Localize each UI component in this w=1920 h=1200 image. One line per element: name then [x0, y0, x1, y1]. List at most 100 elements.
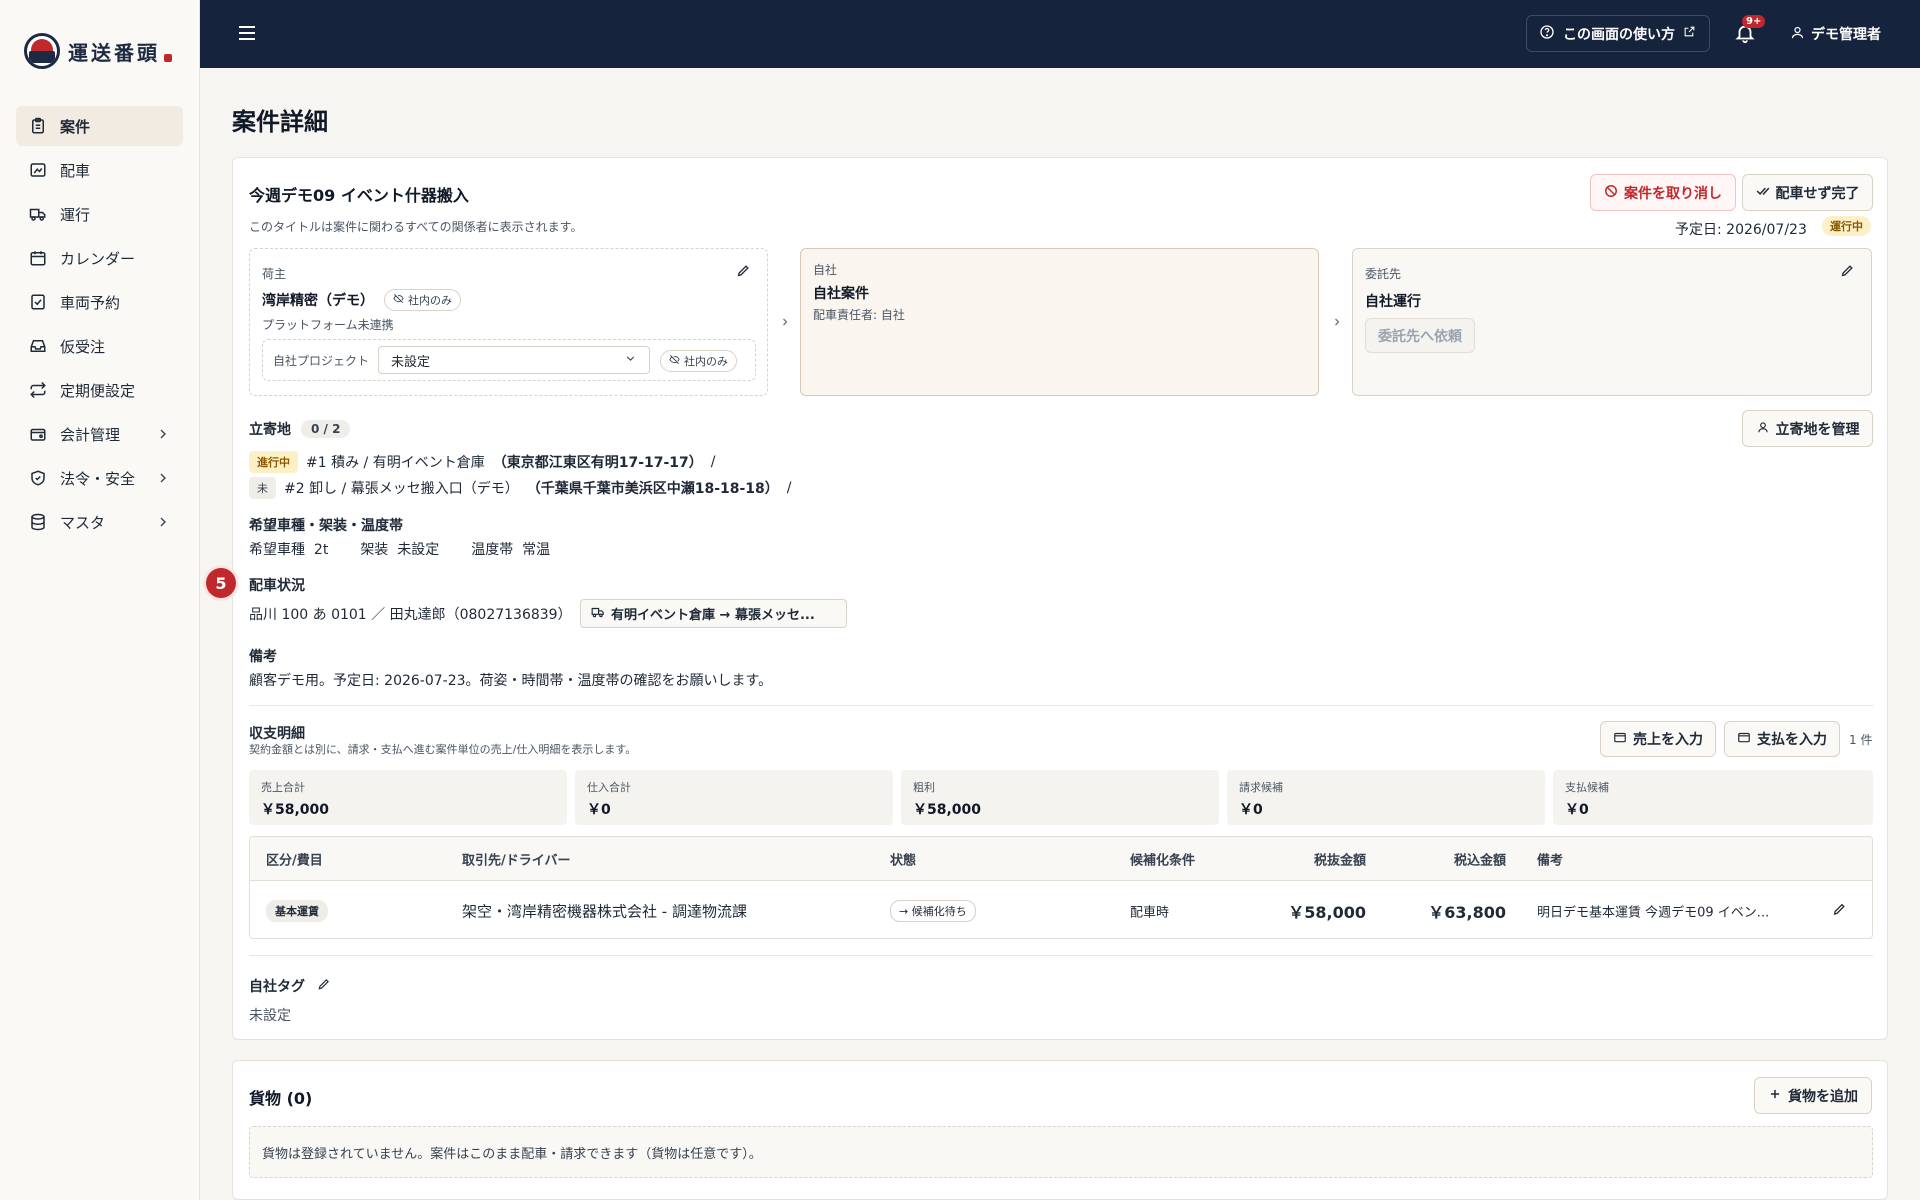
own-caption: 自社 — [813, 263, 838, 277]
summary-value: ￥58,000 — [261, 802, 330, 818]
sidebar-item-label: マスタ — [60, 513, 106, 532]
summary-gross-profit: 粗利 ￥58,000 — [901, 770, 1219, 825]
sidebar-item-label: 配車 — [60, 161, 91, 180]
calendar-icon — [28, 248, 48, 268]
case-title: 今週デモ09 イベント什器搬入 — [249, 186, 469, 205]
dispatch-label: 配車状況 — [249, 578, 305, 594]
stop-suffix: / — [710, 454, 716, 470]
user-menu[interactable]: デモ管理者 — [1790, 24, 1881, 44]
edit-tags-icon[interactable] — [317, 977, 331, 995]
app-logo[interactable]: 運送番頭 — [0, 0, 199, 80]
route-label: 有明イベント倉庫 → 幕張メッセ... — [611, 608, 815, 623]
finance-count: 1 件 — [1849, 733, 1873, 747]
stop-suffix: / — [786, 480, 792, 496]
route-button[interactable]: 有明イベント倉庫 → 幕張メッセ... — [580, 599, 847, 628]
due-date: 予定日: 2026/07/23 — [1675, 222, 1807, 238]
stop-text: #2 卸し / 幕張メッセ搬入口（デモ） — [284, 481, 519, 497]
shield-icon — [28, 468, 48, 488]
logo-seal-icon — [164, 54, 172, 62]
gross-amount-cell: ￥63,800 — [1428, 902, 1506, 922]
summary-billing-candidate: 請求候補 ￥0 — [1227, 770, 1545, 825]
project-label: 自社プロジェクト — [273, 354, 370, 368]
finance-table: 区分/費目 取引先/ドライバー 状態 候補化条件 税抜金額 税込金額 備考 売上… — [249, 836, 1873, 939]
own-company-panel: 自社 自社案件 配車責任者: 自社 — [800, 248, 1319, 396]
enter-sales-button[interactable]: 売上を入力 — [1600, 721, 1716, 757]
add-cargo-button[interactable]: 貨物を追加 — [1754, 1077, 1872, 1114]
manage-stops-button[interactable]: 立寄地を管理 — [1742, 410, 1873, 447]
case-detail-card: 今週デモ09 イベント什器搬入 このタイトルは案件に関わるすべての関係者に表示さ… — [206, 157, 1888, 1040]
status-badge: 運行中 — [1822, 216, 1871, 236]
subcontractor-panel: 委託先 自社運行 委託先へ依頼 — [1352, 248, 1872, 396]
cargo-title: 貨物 (0) — [249, 1089, 313, 1108]
sidebar-item-accounting[interactable]: 会計管理 — [16, 414, 183, 454]
sidebar-item-label: 仮受注 — [60, 337, 106, 356]
sidebar-item-vehicle-booking[interactable]: 車両予約 — [16, 282, 183, 322]
summary-label: 売上合計 — [261, 781, 305, 794]
dispatch-detail: 品川 100 あ 0101 ／ 田丸達郎（08027136839） — [249, 607, 572, 623]
body-value: 未設定 — [397, 542, 440, 558]
chevron-right-icon — [155, 426, 171, 442]
table-header: 区分/費目 取引先/ドライバー 状態 候補化条件 税抜金額 税込金額 備考 — [250, 837, 1872, 881]
sidebar-item-compliance[interactable]: 法令・安全 — [16, 458, 183, 498]
help-button[interactable]: この画面の使い方 — [1526, 15, 1710, 52]
sidebar-item-dispatch[interactable]: 配車 — [16, 150, 183, 190]
summary-value: ￥58,000 — [913, 802, 982, 818]
sidebar-item-provisional-orders[interactable]: 仮受注 — [16, 326, 183, 366]
cancel-case-button[interactable]: 案件を取り消し — [1590, 174, 1736, 211]
divider — [249, 705, 1873, 706]
subcontractor-caption: 委託先 — [1365, 267, 1402, 281]
column-header: 税抜金額 — [1313, 853, 1366, 868]
help-button-label: この画面の使い方 — [1563, 26, 1675, 43]
condition-cell: 配車時 — [1130, 905, 1170, 920]
sidebar-item-label: 会計管理 — [60, 425, 121, 444]
summary-label: 粗利 — [913, 781, 935, 794]
stop-row[interactable]: 未 #2 卸し / 幕張メッセ搬入口（デモ） （千葉県千葉市美浜区中瀬18-18… — [249, 477, 792, 499]
sidebar-item-cases[interactable]: 案件 — [16, 106, 183, 146]
edit-shipper-icon[interactable] — [736, 263, 751, 282]
enter-payment-button[interactable]: 支払を入力 — [1724, 721, 1840, 757]
stop-row[interactable]: 進行中 #1 積み / 有明イベント倉庫 （東京都江東区有明17-17-17） … — [249, 451, 716, 473]
sidebar-item-operations[interactable]: 運行 — [16, 194, 183, 234]
complete-without-dispatch-button[interactable]: 配車せず完了 — [1742, 174, 1873, 211]
sidebar-item-calendar[interactable]: カレンダー — [16, 238, 183, 278]
request-subcontractor-button[interactable]: 委託先へ依頼 — [1365, 318, 1475, 353]
menu-icon[interactable] — [238, 23, 256, 43]
edit-subcontractor-icon[interactable] — [1840, 263, 1855, 282]
finance-label: 収支明細 — [249, 726, 305, 742]
map-pin-user-icon — [1756, 420, 1770, 438]
help-circle-icon — [1539, 24, 1555, 44]
temperature-value: 常温 — [522, 542, 551, 558]
summary-label: 請求候補 — [1239, 781, 1283, 794]
column-header: 区分/費目 — [266, 853, 323, 868]
project-select[interactable]: 未設定 — [378, 346, 650, 374]
chevron-right-icon — [155, 514, 171, 530]
clipboard-icon — [28, 116, 48, 136]
column-header: 備考 — [1537, 853, 1564, 868]
cargo-empty-message: 貨物は登録されていません。案件はこのまま配車・請求できます（貨物は任意です）。 — [249, 1126, 1873, 1178]
net-amount-cell: ￥58,000 — [1288, 902, 1366, 922]
ban-icon — [1604, 184, 1618, 202]
logo-text: 運送番頭 — [68, 40, 160, 65]
sidebar-item-recurring[interactable]: 定期便設定 — [16, 370, 183, 410]
stop-address: （東京都江東区有明17-17-17） — [492, 455, 703, 471]
stop-status-badge: 進行中 — [249, 451, 298, 473]
body-label: 架装 — [360, 542, 389, 558]
tags-value: 未設定 — [249, 1008, 291, 1024]
manage-stops-label: 立寄地を管理 — [1775, 421, 1860, 438]
own-name: 自社案件 — [813, 286, 869, 302]
database-icon — [28, 512, 48, 532]
sidebar-item-label: カレンダー — [60, 249, 136, 268]
user-name: デモ管理者 — [1811, 27, 1881, 43]
temperature-label: 温度帯 — [471, 542, 514, 558]
check-double-icon — [1756, 184, 1770, 202]
table-row[interactable]: 売上 基本運賃 架空・湾岸精密機器株式会社 - 調達物流課 下書き → 候補化待… — [250, 881, 1872, 938]
project-select-value: 未設定 — [391, 354, 431, 370]
page-title: 案件詳細 — [232, 108, 328, 136]
inbox-icon — [28, 336, 48, 356]
stops-count: 0 / 2 — [301, 420, 351, 438]
column-header: 税込金額 — [1453, 853, 1506, 868]
sidebar-item-master[interactable]: マスタ — [16, 502, 183, 542]
finance-subtitle: 契約金額とは別に、請求・支払へ進む案件単位の売上/仕入明細を表示します。 — [249, 743, 637, 756]
edit-row-icon[interactable] — [1832, 901, 1847, 920]
chevron-right-icon — [779, 313, 793, 327]
